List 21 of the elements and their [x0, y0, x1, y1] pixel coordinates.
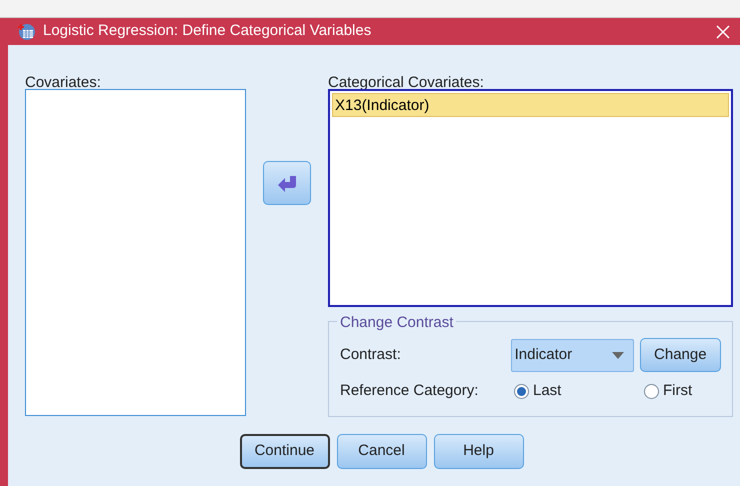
- covariates-label: Covariates:: [25, 74, 102, 91]
- categorical-covariates-label: Categorical Covariates:: [328, 74, 485, 91]
- app-icon: [18, 22, 36, 40]
- radio-button[interactable]: [514, 384, 529, 398]
- window-title: Logistic Regression: Define Categorical Variables: [43, 21, 372, 42]
- close-icon[interactable]: [716, 24, 730, 38]
- radio-option[interactable]: Last: [514, 380, 644, 402]
- contrast-dropdown[interactable]: Indicator: [510, 338, 634, 372]
- list-item[interactable]: X13(Indicator): [332, 93, 729, 117]
- dialog-button[interactable]: Cancel: [336, 434, 426, 469]
- change-button[interactable]: Change: [640, 338, 721, 372]
- caret-icon: [612, 352, 624, 358]
- move-button[interactable]: [263, 161, 311, 205]
- categorical-covariates-list[interactable]: X13(Indicator): [328, 89, 733, 307]
- dialog-button[interactable]: Help: [434, 434, 524, 469]
- contrast-label: Contrast:: [340, 344, 402, 365]
- radio-option[interactable]: First: [644, 380, 692, 402]
- dialog-button[interactable]: Continue: [240, 434, 330, 469]
- radio-button[interactable]: [644, 384, 659, 398]
- reference-category-label: Reference Category:: [340, 380, 480, 401]
- arrow-left-icon: [277, 174, 297, 192]
